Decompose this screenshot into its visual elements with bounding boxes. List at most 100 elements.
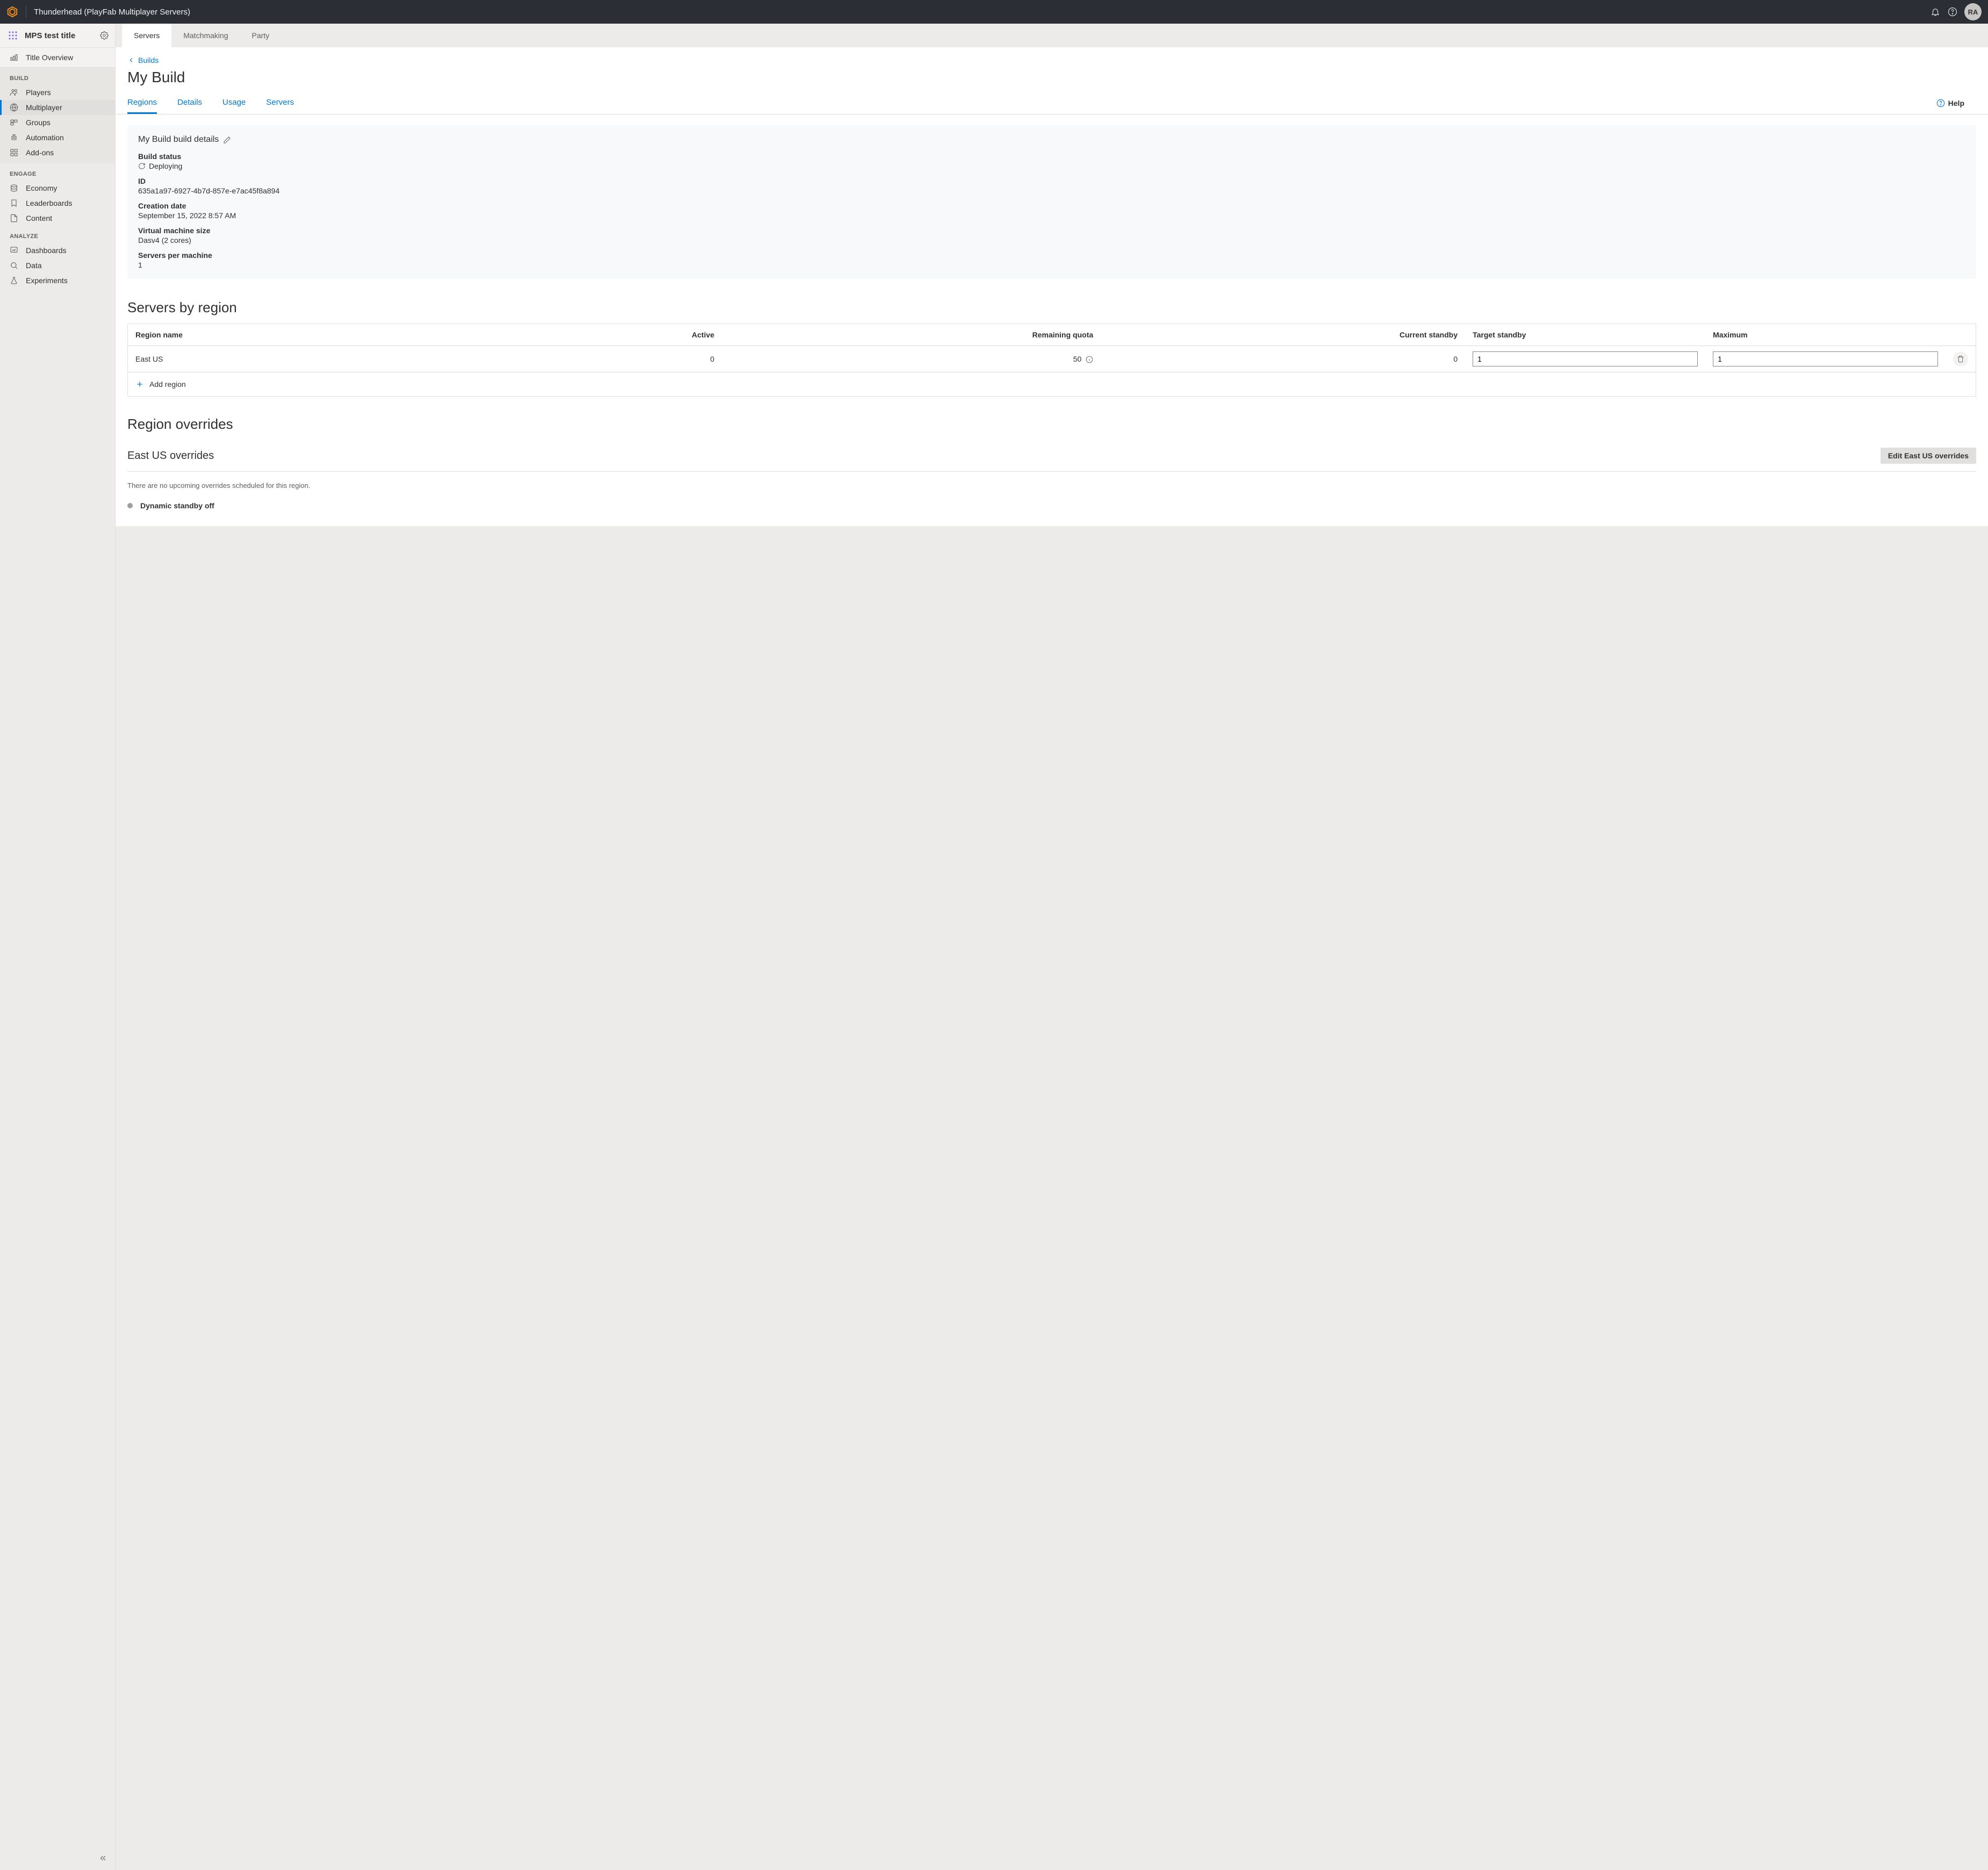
help-icon xyxy=(1936,99,1945,107)
workspace-title: MPS test title xyxy=(25,31,100,40)
sidebar-item-label: Automation xyxy=(26,133,64,142)
help-icon[interactable] xyxy=(1944,3,1961,20)
vm-size-label: Virtual machine size xyxy=(138,226,1965,235)
build-details-heading: My Build build details xyxy=(138,135,219,145)
region-overrides-subheading: East US overrides xyxy=(127,450,1874,462)
col-current-standby: Current standby xyxy=(1101,324,1465,346)
region-overrides-heading: Region overrides xyxy=(116,397,1988,440)
sidebar-item-data[interactable]: Data xyxy=(0,258,115,273)
build-status-label: Build status xyxy=(138,152,1965,161)
subtab-regions[interactable]: Regions xyxy=(127,92,157,114)
sidebar-item-economy[interactable]: Economy xyxy=(0,181,115,196)
dashboards-icon xyxy=(10,246,18,255)
sidebar-item-automation[interactable]: Automation xyxy=(0,130,115,145)
col-maximum: Maximum xyxy=(1705,324,1946,346)
divider xyxy=(127,471,1976,472)
cell-remaining-quota: 50 xyxy=(1073,355,1082,363)
target-standby-input[interactable] xyxy=(1473,351,1698,366)
sidebar-item-label: Content xyxy=(26,214,52,222)
col-active: Active xyxy=(534,324,722,346)
sidebar-item-title-overview[interactable]: Title Overview xyxy=(0,48,115,68)
add-region-label: Add region xyxy=(149,380,186,389)
maximum-input[interactable] xyxy=(1713,351,1938,366)
subtab-details[interactable]: Details xyxy=(177,92,202,114)
tab-party[interactable]: Party xyxy=(240,24,282,47)
automation-icon xyxy=(10,133,18,142)
creation-date-value: September 15, 2022 8:57 AM xyxy=(138,211,1965,220)
bookmark-icon xyxy=(10,199,18,207)
sidebar-item-label: Groups xyxy=(26,118,51,127)
plus-icon xyxy=(135,380,144,389)
sidebar-item-content[interactable]: Content xyxy=(0,211,115,226)
gear-icon[interactable] xyxy=(100,31,109,40)
status-dot-icon xyxy=(127,503,133,508)
edit-icon[interactable] xyxy=(223,136,231,144)
col-target-standby: Target standby xyxy=(1465,324,1705,346)
no-overrides-text: There are no upcoming overrides schedule… xyxy=(116,474,1988,497)
sidebar-item-label: Data xyxy=(26,261,42,270)
edit-overrides-button[interactable]: Edit East US overrides xyxy=(1881,448,1976,464)
delete-region-button[interactable] xyxy=(1953,351,1968,366)
sidebar-item-label: Experiments xyxy=(26,276,68,285)
vm-size-value: Dasv4 (2 cores) xyxy=(138,236,1965,244)
sidebar-item-label: Leaderboards xyxy=(26,199,72,207)
tab-servers[interactable]: Servers xyxy=(122,24,171,47)
subtab-usage[interactable]: Usage xyxy=(223,92,246,114)
sidebar-item-players[interactable]: Players xyxy=(0,85,115,100)
col-region-name: Region name xyxy=(128,324,534,346)
playfab-logo-icon xyxy=(6,6,18,18)
sidebar-item-label: Title Overview xyxy=(26,53,73,62)
flask-icon xyxy=(10,276,18,285)
user-avatar[interactable]: RA xyxy=(1964,3,1982,20)
breadcrumb-builds[interactable]: Builds xyxy=(116,56,1988,64)
app-grid-icon xyxy=(6,29,19,42)
subtab-servers[interactable]: Servers xyxy=(266,92,294,114)
sidebar-item-addons[interactable]: Add-ons xyxy=(0,145,115,163)
sidebar-item-experiments[interactable]: Experiments xyxy=(0,273,115,288)
collapse-sidebar-icon[interactable] xyxy=(96,1851,111,1866)
sidebar-item-label: Dashboards xyxy=(26,246,67,255)
cell-region-name: East US xyxy=(128,346,534,372)
breadcrumb-label: Builds xyxy=(138,56,159,64)
groups-icon xyxy=(10,118,18,127)
document-icon xyxy=(10,214,18,222)
chart-icon xyxy=(10,53,18,62)
servers-per-machine-value: 1 xyxy=(138,261,1965,269)
build-id-label: ID xyxy=(138,177,1965,185)
help-link[interactable]: Help xyxy=(1936,99,1976,107)
build-status-value: Deploying xyxy=(149,162,182,170)
servers-by-region-heading: Servers by region xyxy=(116,290,1988,323)
help-label: Help xyxy=(1948,99,1964,107)
sidebar-item-multiplayer[interactable]: Multiplayer xyxy=(0,100,115,115)
cell-active: 0 xyxy=(534,346,722,372)
sidebar-item-label: Economy xyxy=(26,184,57,192)
globe-icon xyxy=(10,103,18,112)
build-id-value: 635a1a97-6927-4b7d-857e-e7ac45f8a894 xyxy=(138,186,1965,195)
page-title: My Build xyxy=(116,64,1988,92)
dynamic-standby-label: Dynamic standby off xyxy=(140,501,214,510)
refresh-icon xyxy=(138,162,146,170)
sidebar-item-leaderboards[interactable]: Leaderboards xyxy=(0,196,115,211)
cell-current-standby: 0 xyxy=(1101,346,1465,372)
players-icon xyxy=(10,88,18,97)
sidebar-group-build: BUILD xyxy=(0,68,115,85)
info-icon[interactable] xyxy=(1086,356,1093,363)
creation-date-label: Creation date xyxy=(138,202,1965,210)
sidebar-item-label: Multiplayer xyxy=(26,103,62,112)
addons-icon xyxy=(10,148,18,157)
col-remaining-quota: Remaining quota xyxy=(722,324,1101,346)
sidebar-group-analyze: ANALYZE xyxy=(0,226,115,243)
notification-icon[interactable] xyxy=(1927,3,1944,20)
economy-icon xyxy=(10,184,18,192)
sidebar-item-groups[interactable]: Groups xyxy=(0,115,115,130)
app-title: Thunderhead (PlayFab Multiplayer Servers… xyxy=(34,8,190,17)
servers-per-machine-label: Servers per machine xyxy=(138,251,1965,260)
tab-matchmaking[interactable]: Matchmaking xyxy=(171,24,240,47)
add-region-button[interactable]: Add region xyxy=(135,380,1968,389)
table-row: East US 0 50 0 xyxy=(128,346,1976,372)
sidebar-item-dashboards[interactable]: Dashboards xyxy=(0,243,115,258)
sidebar-item-label: Players xyxy=(26,88,51,97)
chevron-left-icon xyxy=(127,56,135,64)
sidebar-group-engage: ENGAGE xyxy=(0,163,115,181)
sidebar-item-label: Add-ons xyxy=(26,148,54,157)
